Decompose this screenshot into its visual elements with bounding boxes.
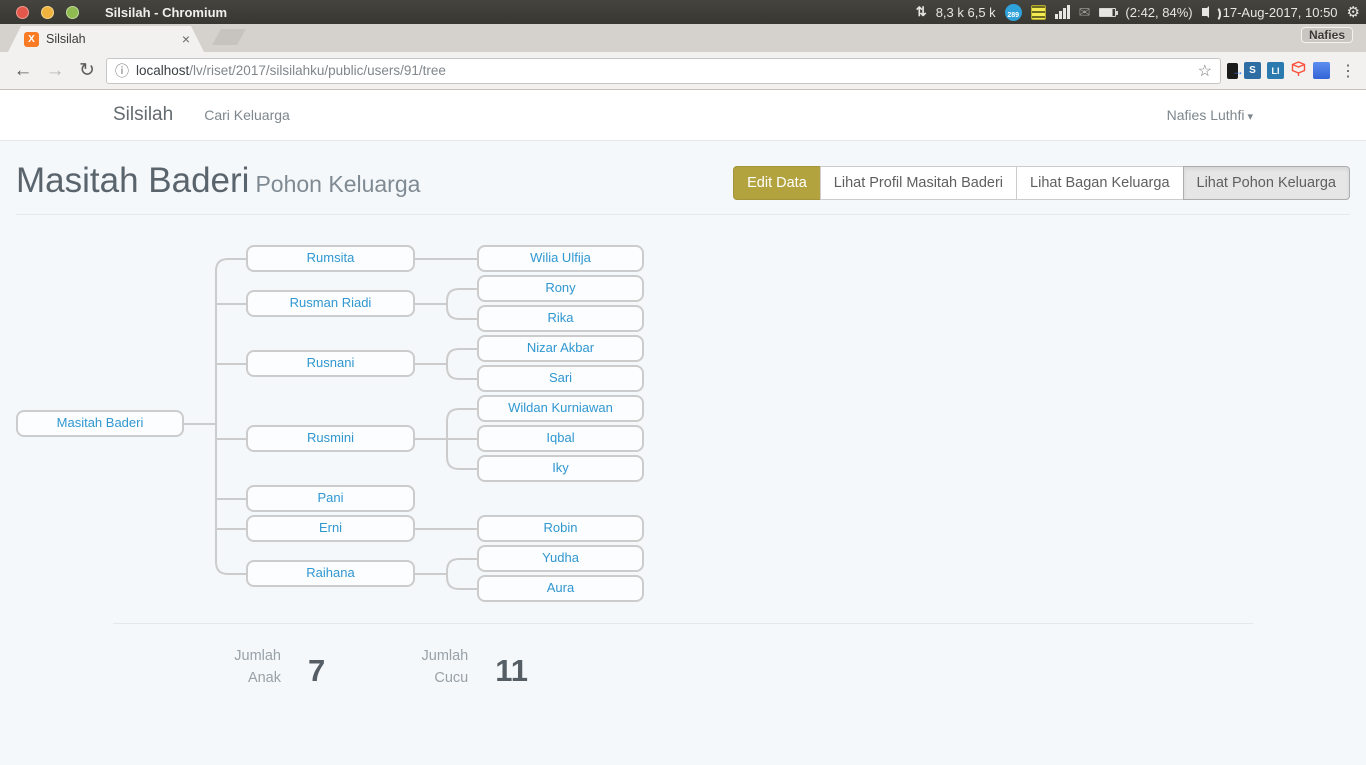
stats-divider [113,623,1253,624]
tree-node-grandchild[interactable]: Robin [477,515,644,542]
tree-node-grandchild[interactable]: Iky [477,455,644,482]
tree-node-child[interactable]: Rusnani [246,350,415,377]
tree-node-root[interactable]: Masitah Baderi [16,410,184,437]
tree-node-grandchild[interactable]: Sari [477,365,644,392]
stat-cucu-label: JumlahCucu [417,646,468,690]
page-title: Masitah BaderiPohon Keluarga [16,159,420,206]
mail-icon[interactable]: ✉ [1079,4,1091,21]
url-path: /lv/riset/2017/silsilahku/public/users/9… [189,63,446,78]
lihat-profil-button[interactable]: Lihat Profil Masitah Baderi [820,166,1017,200]
ext-push-to-phone-icon[interactable] [1227,63,1238,79]
messenger-badge-icon[interactable]: 289 [1005,4,1022,21]
lihat-pohon-button[interactable]: Lihat Pohon Keluarga [1183,166,1350,200]
tab-close-icon[interactable]: × [182,31,190,47]
page-header: Masitah BaderiPohon Keluarga Edit Data L… [0,141,1366,214]
tree-node-grandchild[interactable]: Iqbal [477,425,644,452]
battery-icon[interactable] [1099,8,1116,17]
reload-button[interactable]: ↻ [74,59,100,82]
lihat-bagan-button[interactable]: Lihat Bagan Keluarga [1016,166,1183,200]
edit-data-button[interactable]: Edit Data [733,166,821,200]
ext-s-icon[interactable]: S [1244,62,1261,79]
stat-cucu-value: 11 [495,647,528,689]
xampp-favicon-icon: X [24,32,39,47]
caret-down-icon: ▾ [1247,111,1253,123]
network-traffic-label: 8,3 k 6,5 k [936,5,996,20]
nav-cari-keluarga-link[interactable]: Cari Keluarga [204,107,290,123]
window-close-button[interactable] [16,6,29,19]
tree-node-grandchild[interactable]: Aura [477,575,644,602]
tree-node-child[interactable]: Rumsita [246,245,415,272]
network-updown-icon[interactable]: ⇅ [916,4,927,20]
system-panel: Silsilah - Chromium ⇅ 8,3 k 6,5 k 289 ✉ … [0,0,1366,24]
tree-node-child[interactable]: Pani [246,485,415,512]
forward-button[interactable]: → [42,60,68,82]
tree-node-child[interactable]: Rusmini [246,425,415,452]
back-button[interactable]: ← [10,60,36,82]
ext-drive-box-icon[interactable] [1313,62,1330,79]
window-title: Silsilah - Chromium [105,5,227,20]
session-gear-icon[interactable]: ⚙ [1347,3,1360,21]
stat-anak-value: 7 [308,647,325,689]
action-button-group: Edit Data Lihat Profil Masitah Baderi Li… [733,166,1350,200]
volume-icon[interactable] [1202,8,1207,16]
site-navbar: Silsilah Cari Keluarga Nafies Luthfi▾ [0,90,1366,141]
system-tray: ⇅ 8,3 k 6,5 k 289 ✉ (2:42, 84%) 17-Aug-2… [916,3,1360,21]
browser-tab[interactable]: X Silsilah × [8,26,204,52]
tree-node-child[interactable]: Erni [246,515,415,542]
tree-node-grandchild[interactable]: Nizar Akbar [477,335,644,362]
ext-laravel-icon[interactable] [1290,60,1307,82]
tree-node-grandchild[interactable]: Wilia Ulfija [477,245,644,272]
person-name: Masitah Baderi [16,161,249,200]
tree-node-grandchild[interactable]: Yudha [477,545,644,572]
tree-node-grandchild[interactable]: Wildan Kurniawan [477,395,644,422]
tab-title: Silsilah [46,32,86,46]
tree-node-child[interactable]: Rusman Riadi [246,290,415,317]
brand-link[interactable]: Silsilah [113,104,173,126]
address-bar[interactable]: ⓘ localhost/lv/riset/2017/silsilahku/pub… [106,58,1221,84]
stat-jumlah-anak: JumlahAnak 7 [230,646,325,690]
clock-label[interactable]: 17-Aug-2017, 10:50 [1223,5,1338,20]
tab-strip: X Silsilah × Nafies [0,24,1366,52]
desktop-icon-label[interactable]: Nafies [1301,27,1353,43]
url-text: localhost/lv/riset/2017/silsilahku/publi… [136,63,446,78]
url-host: localhost [136,63,189,78]
tree-node-child[interactable]: Raihana [246,560,415,587]
stat-anak-label: JumlahAnak [230,646,281,690]
user-dropdown[interactable]: Nafies Luthfi▾ [1167,107,1253,123]
page-subtitle: Pohon Keluarga [255,171,420,197]
battery-status-label: (2:42, 84%) [1125,5,1192,20]
stat-jumlah-cucu: JumlahCucu 11 [417,646,528,690]
browser-toolbar: ← → ↻ ⓘ localhost/lv/riset/2017/silsilah… [0,52,1366,90]
tree-node-grandchild[interactable]: Rony [477,275,644,302]
window-maximize-button[interactable] [66,6,79,19]
signal-strength-icon[interactable] [1055,5,1070,19]
window-controls [16,6,79,19]
stats-row: JumlahAnak 7 JumlahCucu 11 [0,646,1366,690]
window-minimize-button[interactable] [41,6,54,19]
new-tab-button[interactable] [212,29,246,45]
user-name: Nafies Luthfi [1167,107,1245,123]
page-info-icon[interactable]: ⓘ [115,61,129,81]
todo-list-icon[interactable] [1031,5,1046,20]
family-tree: Wilia Ulfija Rumsita Rony Rika Rusman Riadi N… [0,215,1366,617]
browser-menu-icon[interactable]: ⋮ [1340,61,1356,81]
tree-node-grandchild[interactable]: Rika [477,305,644,332]
bookmark-star-icon[interactable]: ☆ [1198,61,1212,81]
ext-li-icon[interactable]: LI [1267,62,1284,79]
